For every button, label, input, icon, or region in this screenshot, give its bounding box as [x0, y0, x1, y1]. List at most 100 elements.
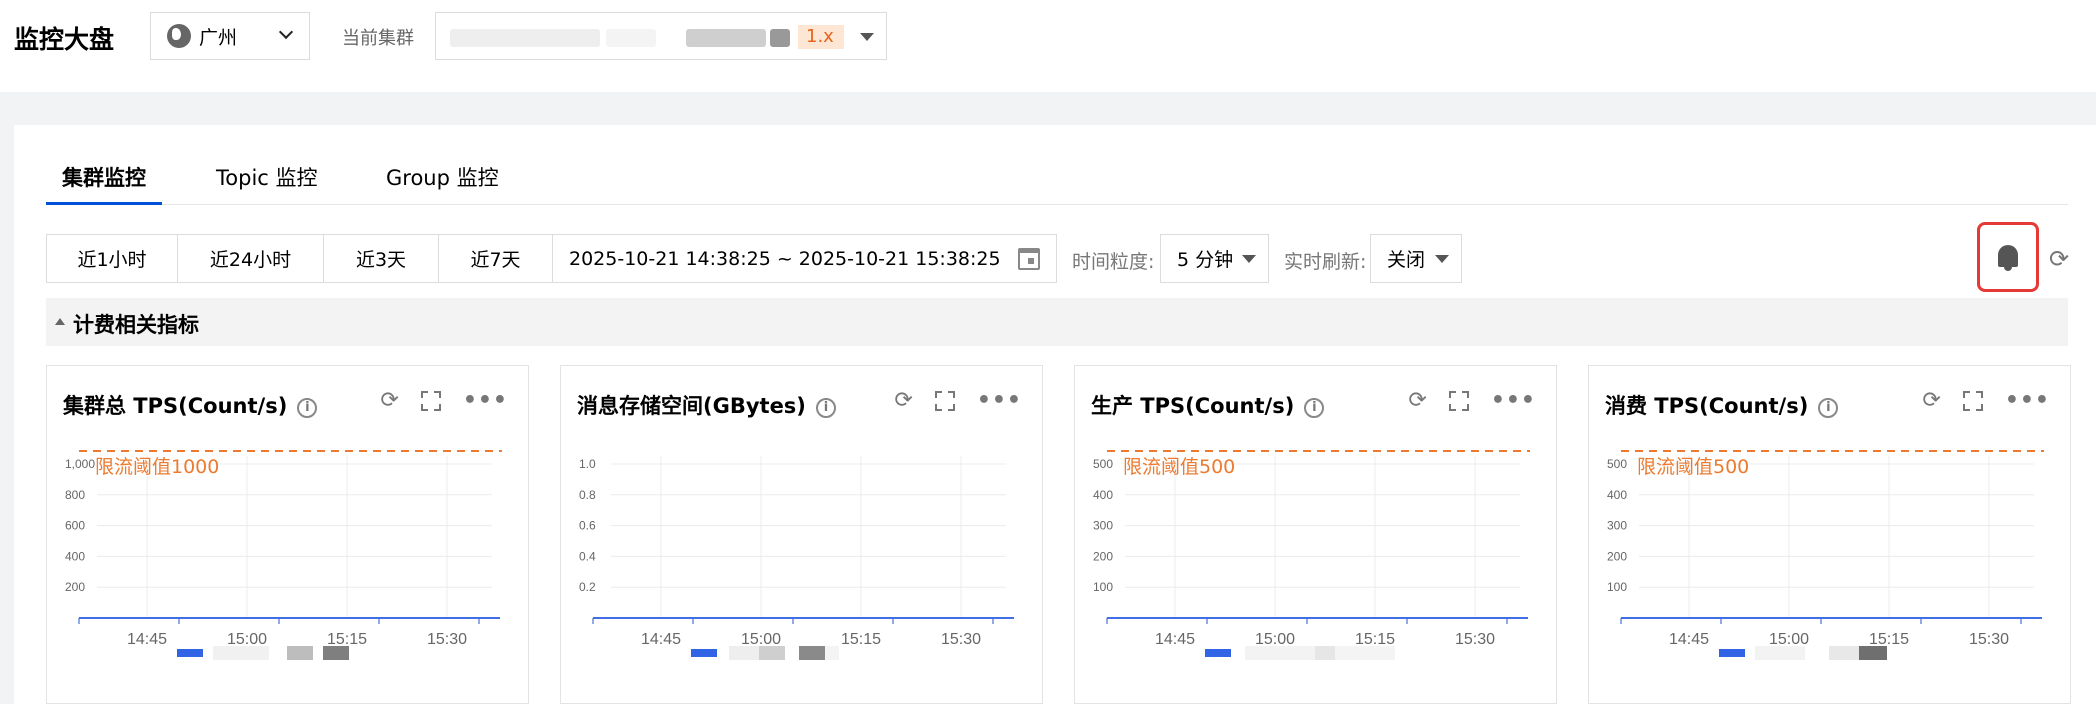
bell-icon — [1998, 245, 2018, 271]
y-tick-label: 400 — [1093, 488, 1113, 502]
x-tick-label: 15:15 — [841, 631, 881, 648]
y-tick-label: 0.8 — [579, 488, 596, 502]
chart-title: 消费 TPS(Count/s) i — [1605, 390, 1839, 420]
legend-label-redacted — [799, 646, 825, 660]
legend-swatch — [691, 649, 717, 657]
legend-label-redacted — [313, 646, 323, 660]
chart-toolbar: ⟳ ••• — [380, 388, 508, 413]
legend-label-redacted — [1859, 646, 1887, 660]
chart-card: 消费 TPS(Count/s) i ⟳ ••• 100 200 300 400 500 14:45… — [1588, 365, 2071, 704]
x-tick-label: 15:30 — [941, 631, 981, 648]
cluster-label: 当前集群 — [342, 28, 414, 49]
quick-range-1h[interactable]: 近1小时 — [46, 234, 178, 283]
cluster-select[interactable]: 1.x — [435, 12, 887, 60]
legend-label-redacted — [1829, 646, 1859, 660]
globe-icon — [167, 24, 191, 48]
legend-label-redacted — [203, 646, 213, 660]
region-value: 广州 — [199, 26, 238, 49]
caret-down-icon — [1435, 255, 1449, 263]
info-icon[interactable]: i — [1818, 398, 1839, 418]
quick-range-7d[interactable]: 近7天 — [438, 234, 553, 283]
time-range-bar: 近1小时 近24小时 近3天 近7天 2025-10-21 14:38:25 ~… — [46, 234, 1057, 283]
info-icon[interactable]: i — [815, 398, 836, 418]
legend-label-redacted — [287, 646, 313, 660]
fullscreen-icon[interactable] — [420, 391, 441, 411]
refresh-icon[interactable]: ⟳ — [894, 388, 912, 413]
y-tick-label: 400 — [1607, 488, 1627, 502]
legend-label-redacted — [785, 646, 799, 660]
granularity-select[interactable]: 5 分钟 — [1160, 234, 1269, 283]
chart-toolbar: ⟳ ••• — [894, 388, 1022, 413]
legend-label-redacted — [759, 646, 785, 660]
tab-cluster-monitor[interactable]: 集群监控 — [46, 163, 162, 205]
more-icon[interactable]: ••• — [977, 388, 1022, 413]
refresh-icon[interactable]: ⟳ — [2049, 245, 2069, 273]
chevron-down-icon — [278, 24, 294, 40]
chart-title: 集群总 TPS(Count/s) i — [63, 390, 318, 420]
auto-refresh-select[interactable]: 关闭 — [1370, 234, 1462, 283]
y-tick-label: 200 — [1093, 549, 1113, 563]
granularity-value: 5 分钟 — [1177, 249, 1234, 271]
chart-title: 消息存储空间(GBytes) i — [577, 390, 836, 420]
x-tick-label: 14:45 — [641, 631, 681, 648]
section-header[interactable]: 计费相关指标 — [46, 298, 2068, 346]
refresh-icon[interactable]: ⟳ — [1922, 388, 1940, 413]
legend-label-redacted — [213, 646, 269, 660]
more-icon[interactable]: ••• — [2005, 388, 2050, 413]
more-icon[interactable]: ••• — [1491, 388, 1536, 413]
y-tick-label: 200 — [65, 580, 85, 594]
chart-legend[interactable] — [1719, 646, 1887, 660]
x-tick-label: 15:30 — [1969, 631, 2009, 648]
legend-swatch — [1719, 649, 1745, 657]
chart-legend[interactable] — [691, 646, 839, 660]
fullscreen-icon[interactable] — [934, 391, 955, 411]
chart-card: 生产 TPS(Count/s) i ⟳ ••• 100 200 300 400 500 14:45… — [1074, 365, 1557, 704]
y-tick-label: 300 — [1607, 519, 1627, 533]
refresh-icon[interactable]: ⟳ — [1408, 388, 1426, 413]
info-icon[interactable]: i — [1304, 398, 1325, 418]
chart-legend[interactable] — [177, 646, 349, 660]
alarm-button[interactable] — [1977, 222, 2039, 292]
fullscreen-icon[interactable] — [1448, 391, 1469, 411]
refresh-icon[interactable]: ⟳ — [380, 388, 398, 413]
chart-title-text: 生产 TPS(Count/s) — [1091, 394, 1295, 418]
region-select[interactable]: 广州 — [150, 12, 310, 60]
tab-group-monitor[interactable]: Group 监控 — [386, 163, 499, 205]
threshold-label: 限流阈值500 — [1123, 456, 1235, 478]
x-tick-label: 14:45 — [127, 631, 167, 648]
legend-label-redacted — [1335, 646, 1395, 660]
tab-bar: 集群监控 Topic 监控 Group 监控 — [46, 163, 2068, 205]
y-tick-label: 0.4 — [579, 549, 596, 563]
tab-topic-monitor[interactable]: Topic 监控 — [216, 163, 318, 205]
y-tick-label: 500 — [1093, 457, 1113, 471]
page-title: 监控大盘 — [14, 25, 115, 54]
y-tick-label: 300 — [1093, 519, 1113, 533]
collapse-icon — [55, 318, 65, 325]
info-icon[interactable]: i — [297, 398, 318, 418]
fullscreen-icon[interactable] — [1962, 391, 1983, 411]
chart-title: 生产 TPS(Count/s) i — [1091, 390, 1325, 420]
caret-down-icon — [1242, 255, 1256, 263]
chart-card: 消息存储空间(GBytes) i ⟳ ••• 0.2 0.4 0.6 0.8 1.0 14:45 1… — [560, 365, 1043, 704]
legend-label-redacted — [269, 646, 287, 660]
more-icon[interactable]: ••• — [463, 388, 508, 413]
x-tick-label: 15:30 — [427, 631, 467, 648]
legend-label-redacted — [1745, 646, 1755, 660]
calendar-icon — [1018, 248, 1040, 270]
quick-range-3d[interactable]: 近3天 — [323, 234, 439, 283]
date-range-value: 2025-10-21 14:38:25 ~ 2025-10-21 15:38:2… — [569, 247, 1001, 270]
legend-label-redacted — [1755, 646, 1805, 660]
date-range-picker[interactable]: 2025-10-21 14:38:25 ~ 2025-10-21 15:38:2… — [552, 234, 1057, 283]
y-tick-label: 0.6 — [579, 519, 596, 533]
legend-label-redacted — [1315, 646, 1335, 660]
chart-legend[interactable] — [1205, 646, 1395, 660]
quick-range-24h[interactable]: 近24小时 — [177, 234, 324, 283]
cluster-version: 1.x — [798, 25, 844, 49]
legend-swatch — [177, 649, 203, 657]
chart-title-text: 集群总 TPS(Count/s) — [63, 394, 288, 418]
cluster-name-redacted — [686, 29, 766, 47]
legend-label-redacted — [1231, 646, 1245, 660]
chart-title-text: 消费 TPS(Count/s) — [1605, 394, 1809, 418]
caret-down-icon — [860, 33, 874, 41]
x-tick-label: 14:45 — [1155, 631, 1195, 648]
